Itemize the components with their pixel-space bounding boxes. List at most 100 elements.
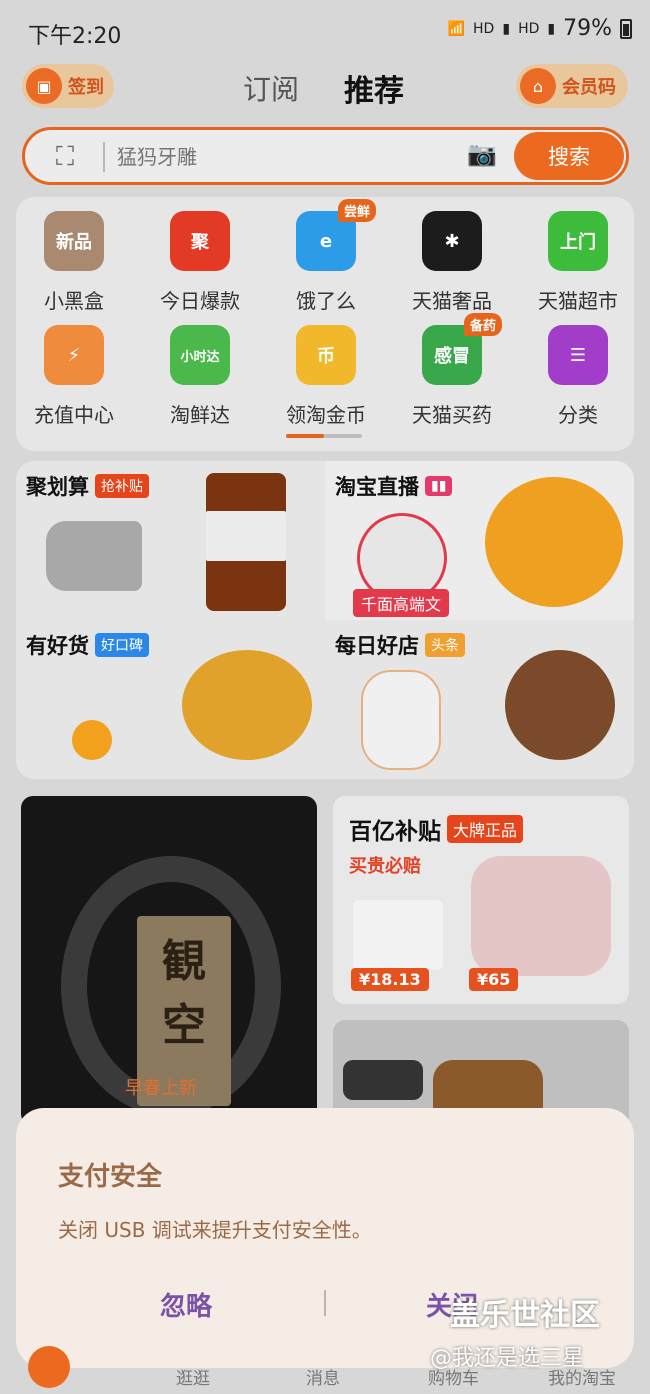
camera-icon[interactable]: 📷 <box>465 140 499 172</box>
grid-item-label: 天猫买药 <box>412 403 492 427</box>
grid-item[interactable]: ⚡ 充值中心 <box>14 325 134 428</box>
grid-item-icon: ☰ <box>548 325 608 385</box>
gift-icon: ▣ <box>26 68 62 104</box>
subsidy-title: 百亿补贴 大牌正品 <box>349 812 524 846</box>
bead-bracelet-card[interactable]: 観空 早春上新 <box>21 796 317 1126</box>
socket-image <box>353 900 443 970</box>
grid-item-icon-text: 上门 <box>560 232 596 253</box>
battery-percent: 79% <box>563 16 612 41</box>
grid-item-icon: 聚 <box>170 211 230 271</box>
necklace-image <box>72 720 112 760</box>
grid-item[interactable]: ✱ 天猫奢品 <box>392 211 512 314</box>
wifi-icon: 📶 <box>447 20 466 37</box>
shoes-image <box>343 1060 423 1100</box>
tiger-figure-image <box>361 670 441 770</box>
status-icons: 📶 HD ▮ HD ▮ 79% <box>448 16 632 41</box>
subsidy-subtitle: 买贵必赔 <box>349 856 421 877</box>
daily-shop-tag: 头条 <box>425 633 465 657</box>
grid-item[interactable]: 新品 小黑盒 <box>14 211 134 314</box>
quick-entry-grid: 新品 小黑盒聚今日爆款 e 尝鲜 饿了么 ✱ 天猫奢品 上门 天猫超市 ⚡ 充值中心 小时达 淘鲜达币领… <box>16 197 634 451</box>
ignore-button[interactable]: 忽略 <box>160 1286 212 1323</box>
grid-item-icon: 币 <box>296 325 356 385</box>
store-icon: ⌂ <box>520 68 556 104</box>
grid-item-icon-text: ☰ <box>569 344 587 366</box>
dialog-divider <box>324 1290 326 1316</box>
signin-label: 签到 <box>68 77 104 98</box>
grid-item-icon-text: e <box>319 230 333 252</box>
grid-item-icon-text: 感冒 <box>434 346 470 367</box>
price-tag-1: ¥18.13 <box>351 968 429 991</box>
network-label-2: HD <box>518 20 540 37</box>
subsidy-title-text: 百亿补贴 <box>349 819 441 845</box>
battery-icon <box>620 18 632 39</box>
member-code-label: 会员码 <box>562 77 616 98</box>
grid-item[interactable]: e 尝鲜 饿了么 <box>266 199 386 314</box>
grid-item-label: 充值中心 <box>34 403 114 427</box>
daily-shop-cell[interactable]: 每日好店 头条 <box>325 620 634 779</box>
grid-item-label: 今日爆款 <box>160 289 240 313</box>
watermark-title: 盖乐世社区 <box>450 1298 600 1333</box>
youhaohuo-title: 有好货 好口碑 <box>26 630 149 660</box>
dialog-message: 关闭 USB 调试来提升支付安全性。 <box>58 1218 372 1242</box>
live-title-text: 淘宝直播 <box>335 475 419 499</box>
live-cell[interactable]: 淘宝直播 ▮▮ 千面高端文 <box>325 461 634 620</box>
network-label: HD <box>473 20 495 37</box>
tab-recommend[interactable]: 推荐 <box>344 66 404 110</box>
grid-item-icon: ⚡ <box>44 325 104 385</box>
grid-item[interactable]: 聚今日爆款 <box>140 211 260 314</box>
grid-item-icon: e 尝鲜 <box>296 199 376 271</box>
juhuasuan-title: 聚划算 抢补贴 <box>26 471 149 501</box>
turtle-carving-image <box>182 650 312 760</box>
youhaohuo-cell[interactable]: 有好货 好口碑 <box>16 620 325 779</box>
signin-button[interactable]: ▣ 签到 <box>22 64 114 108</box>
early-spring-label: 早春上新 <box>125 1078 197 1099</box>
host-label: 千面高端文 <box>353 589 450 617</box>
juhuasuan-cell[interactable]: 聚划算 抢补贴 <box>16 461 325 620</box>
youhaohuo-title-text: 有好货 <box>26 634 89 658</box>
grid-item[interactable]: ☰ 分类 <box>518 325 638 428</box>
status-bar: 下午2:20 📶 HD ▮ HD ▮ 79% <box>0 0 650 60</box>
live-bars-icon: ▮▮ <box>425 476 453 496</box>
juhuasuan-title-text: 聚划算 <box>26 475 89 499</box>
grid-item[interactable]: 币领淘金币 <box>266 325 386 428</box>
signal-icon-2: ▮ <box>547 20 556 37</box>
feature-panel: 聚划算 抢补贴 淘宝直播 ▮▮ 千面高端文 有好货 好口碑 每日好店 头条 <box>16 461 634 779</box>
daily-shop-title: 每日好店 头条 <box>335 630 465 660</box>
grid-item-badge: 尝鲜 <box>337 199 376 222</box>
grid-item-badge: 备药 <box>463 313 502 336</box>
vacuum-image <box>46 521 142 591</box>
grid-item[interactable]: 上门 天猫超市 <box>518 211 638 314</box>
scan-icon[interactable]: ⛶ <box>47 141 83 173</box>
grid-item-label: 淘鲜达 <box>170 403 230 427</box>
grid-item-label: 天猫奢品 <box>412 289 492 313</box>
grid-item-icon-text: 小时达 <box>180 349 220 365</box>
rocking-chair-image <box>471 856 611 976</box>
grid-scroll-indicator <box>286 434 362 438</box>
tab-subscribe[interactable]: 订阅 <box>243 68 299 108</box>
grid-item-icon: 新品 <box>44 211 104 271</box>
divider <box>103 142 105 172</box>
grid-item[interactable]: 小时达 淘鲜达 <box>140 325 260 428</box>
grid-item-label: 小黑盒 <box>44 289 104 313</box>
grid-item-icon: 感冒 备药 <box>422 313 502 385</box>
search-button[interactable]: 搜索 <box>514 132 624 180</box>
nav-messages[interactable]: 消息 <box>306 1364 340 1389</box>
grid-item-icon: 小时达 <box>170 325 230 385</box>
grid-item-icon-text: 币 <box>317 346 335 367</box>
grid-item[interactable]: 感冒 备药天猫买药 <box>392 313 512 428</box>
walnut-carving-image <box>505 650 615 760</box>
subsidy-card[interactable]: 百亿补贴 大牌正品 买贵必赔 ¥18.13 ¥65 <box>333 796 629 1004</box>
bottle-label-image <box>206 511 286 561</box>
dialog-title: 支付安全 <box>58 1162 163 1192</box>
juhuasuan-tag: 抢补贴 <box>95 474 149 498</box>
search-input[interactable] <box>117 140 457 174</box>
nav-browse[interactable]: 逛逛 <box>176 1364 210 1389</box>
status-time: 下午2:20 <box>28 24 122 49</box>
search-bar: ⛶ 📷 搜索 <box>22 127 629 185</box>
price-tag-2: ¥65 <box>469 968 519 991</box>
grid-item-label: 分类 <box>558 403 598 427</box>
member-code-button[interactable]: ⌂ 会员码 <box>516 64 628 108</box>
home-icon[interactable] <box>28 1346 70 1388</box>
watermark-user: @我还是选三星 <box>430 1346 585 1371</box>
grid-item-icon-text: 新品 <box>56 232 92 253</box>
